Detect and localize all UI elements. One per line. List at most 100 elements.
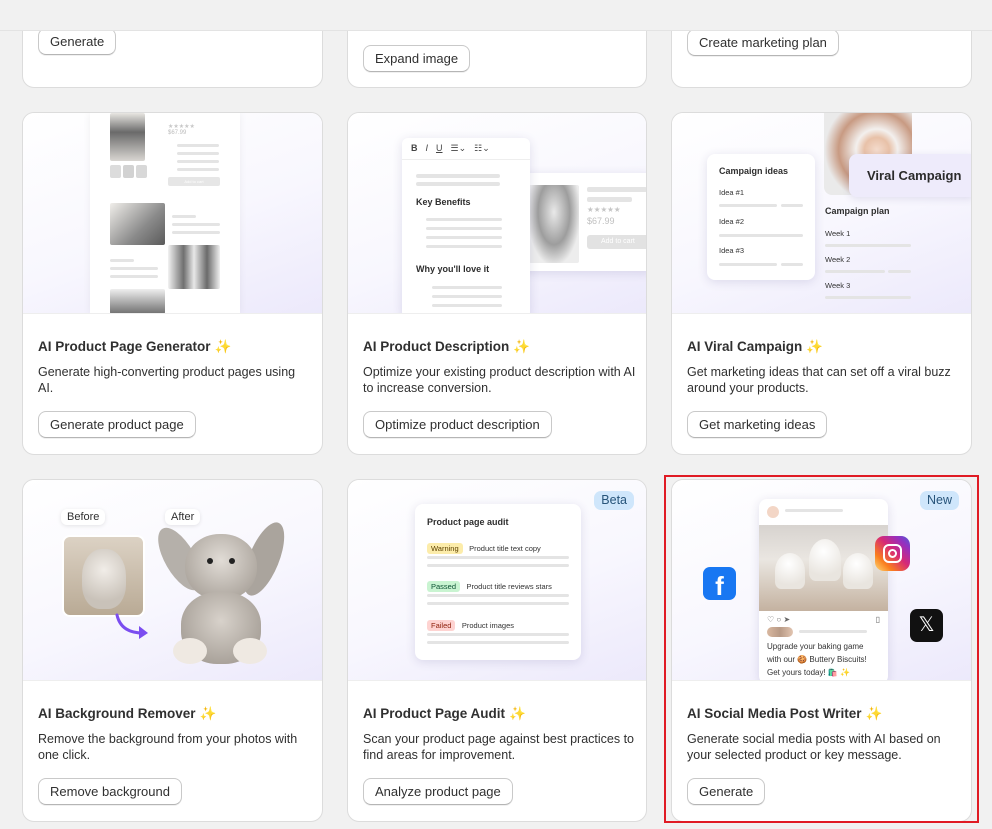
social-post-preview: f ♡ ○ ➤ ▯ Upgrade your baking game with … bbox=[672, 480, 971, 681]
vase-photo bbox=[529, 185, 579, 263]
product-audit-preview: Product page audit Warning Product title… bbox=[348, 480, 646, 681]
new-badge: New bbox=[919, 491, 959, 510]
remove-background-button[interactable]: Remove background bbox=[38, 778, 182, 805]
card-product-page-generator: ★★★★★ $67.99 Add to cart AI Product Page… bbox=[22, 112, 323, 455]
line bbox=[781, 263, 803, 266]
line bbox=[799, 630, 867, 633]
thumb bbox=[136, 165, 147, 178]
generate-product-page-button[interactable]: Generate product page bbox=[38, 411, 196, 438]
facebook-glyph: f bbox=[715, 571, 724, 601]
line bbox=[432, 304, 502, 307]
product-snippet-mock: ★★★★★ $67.99 Add to cart bbox=[523, 173, 646, 271]
foot bbox=[173, 638, 207, 664]
line bbox=[172, 231, 220, 234]
analyze-product-page-button[interactable]: Analyze product page bbox=[363, 778, 513, 805]
title-text: AI Social Media Post Writer bbox=[687, 706, 862, 721]
thumb bbox=[123, 165, 134, 178]
line bbox=[110, 267, 158, 270]
bunny-head bbox=[185, 534, 257, 600]
model-photo bbox=[110, 113, 145, 161]
numbered-list-icon: ☷⌄ bbox=[474, 143, 490, 153]
post-line-3: Get yours today! 🛍️ ✨ bbox=[767, 668, 851, 677]
before-label: Before bbox=[61, 509, 106, 525]
expand-image-button[interactable]: Expand image bbox=[363, 45, 471, 72]
generate-social-post-button[interactable]: Generate bbox=[687, 778, 766, 805]
line bbox=[825, 296, 911, 299]
meringue bbox=[775, 553, 805, 589]
warning-text: Product title text copy bbox=[469, 544, 541, 553]
sparkle-icon: ✨ bbox=[509, 706, 526, 721]
week-2: Week 2 bbox=[825, 255, 851, 264]
line bbox=[426, 227, 502, 230]
before-photo bbox=[62, 535, 145, 617]
post-avatar bbox=[767, 506, 779, 518]
meringue-photo bbox=[759, 525, 888, 611]
preview-price: $67.99 bbox=[168, 130, 187, 136]
before-text: Before bbox=[67, 511, 100, 523]
generate-button-top[interactable]: Generate bbox=[38, 28, 117, 55]
card-description: Remove the background from your photos w… bbox=[38, 732, 298, 762]
idea-3: Idea #3 bbox=[719, 246, 745, 255]
optimize-product-description-button[interactable]: Optimize product description bbox=[363, 411, 552, 438]
arrow-icon bbox=[113, 613, 153, 641]
post-actions: ♡ ○ ➤ bbox=[767, 615, 790, 624]
audit-mock: Product page audit Warning Product title… bbox=[415, 504, 581, 660]
line bbox=[110, 275, 158, 278]
preview-stars: ★★★★★ bbox=[168, 124, 195, 130]
preview-stars: ★★★★★ bbox=[587, 205, 621, 214]
audit-title: Product page audit bbox=[427, 517, 509, 527]
get-marketing-ideas-button[interactable]: Get marketing ideas bbox=[687, 411, 828, 438]
line bbox=[719, 263, 777, 266]
title-text: AI Product Page Audit bbox=[363, 706, 506, 721]
line bbox=[888, 270, 911, 273]
passed-badge: Passed bbox=[427, 581, 461, 592]
underline-icon: U bbox=[436, 143, 443, 153]
bold-icon: B bbox=[411, 143, 418, 153]
bookmark-icon: ▯ bbox=[875, 615, 880, 624]
bunny-small bbox=[82, 549, 126, 609]
line bbox=[587, 197, 632, 202]
editor-toolbar: B I U ☰⌄ ☷⌄ bbox=[402, 138, 530, 160]
meringue bbox=[843, 553, 873, 589]
title-text: AI Product Description bbox=[363, 339, 510, 354]
line bbox=[825, 270, 885, 273]
line bbox=[426, 245, 502, 248]
eye bbox=[207, 558, 213, 564]
line bbox=[719, 204, 777, 207]
line bbox=[172, 215, 196, 218]
card-title: AI Background Remover ✨ bbox=[38, 706, 216, 722]
create-marketing-plan-button[interactable]: Create marketing plan bbox=[687, 29, 839, 56]
card-title: AI Product Page Audit ✨ bbox=[363, 706, 526, 722]
campaign-ideas-title: Campaign ideas bbox=[719, 166, 789, 176]
line bbox=[427, 641, 569, 644]
line bbox=[427, 633, 569, 636]
model-photo-2 bbox=[110, 203, 165, 245]
line bbox=[177, 152, 219, 155]
sparkle-icon: ✨ bbox=[513, 339, 531, 354]
thumb bbox=[110, 165, 121, 178]
model-photo-4 bbox=[110, 289, 165, 313]
title-text: AI Product Page Generator bbox=[38, 339, 211, 354]
meringue bbox=[809, 539, 841, 581]
viral-campaign-preview: Campaign ideas Idea #1 Idea #2 Idea #3 V… bbox=[672, 113, 971, 314]
line bbox=[587, 187, 646, 192]
line bbox=[416, 182, 500, 186]
line bbox=[781, 204, 803, 207]
post-line-1: Upgrade your baking game bbox=[767, 642, 864, 651]
idea-2: Idea #2 bbox=[719, 217, 745, 226]
facebook-icon: f bbox=[703, 567, 736, 601]
sparkle-icon: ✨ bbox=[199, 706, 217, 721]
beta-badge: Beta bbox=[594, 491, 634, 510]
likes-avatars bbox=[767, 627, 793, 637]
failed-text: Product images bbox=[461, 621, 514, 630]
add-to-cart-mock: Add to cart bbox=[168, 177, 220, 186]
line bbox=[426, 218, 502, 221]
sparkle-icon: ✨ bbox=[214, 339, 232, 354]
instagram-icon bbox=[875, 536, 910, 571]
instagram-lens bbox=[888, 549, 897, 558]
foot bbox=[233, 638, 267, 664]
card-viral-campaign: Campaign ideas Idea #1 Idea #2 Idea #3 V… bbox=[671, 112, 972, 455]
sparkle-icon: ✨ bbox=[865, 706, 883, 721]
line bbox=[427, 564, 569, 567]
line bbox=[110, 259, 134, 262]
